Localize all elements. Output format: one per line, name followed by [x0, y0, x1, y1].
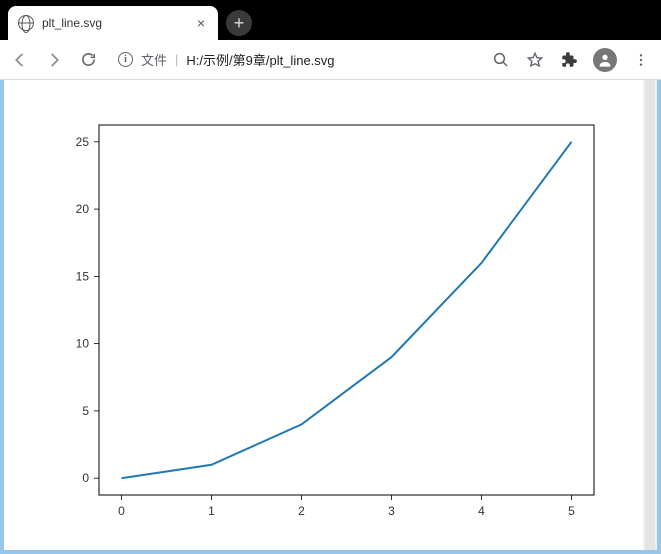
url-scheme: 文件	[141, 50, 167, 69]
browser-toolbar: i 文件 | H:/示例/第9章/plt_line.svg	[0, 40, 661, 80]
scrollbar-thumb[interactable]	[645, 80, 655, 550]
browser-tab[interactable]: plt_line.svg ×	[8, 6, 218, 40]
y-tick-label: 15	[76, 269, 90, 283]
back-button[interactable]	[10, 50, 30, 70]
y-tick-label: 25	[76, 135, 90, 149]
y-tick-label: 20	[76, 202, 90, 216]
extensions-icon[interactable]	[559, 50, 579, 70]
y-tick-label: 0	[82, 471, 89, 485]
url-separator: |	[175, 52, 178, 67]
close-tab-button[interactable]: ×	[194, 16, 208, 30]
x-tick-label: 1	[208, 504, 215, 518]
page-content: 0 1 2 3 4 5 0 5 10 15 20 25	[4, 80, 657, 550]
chart-line	[122, 142, 572, 478]
bookmark-icon[interactable]	[525, 50, 545, 70]
x-tick-label: 2	[298, 504, 305, 518]
x-tick-label: 4	[478, 504, 485, 518]
globe-icon	[18, 15, 34, 31]
forward-button[interactable]	[44, 50, 64, 70]
x-tick-label: 5	[568, 504, 575, 518]
address-bar[interactable]: i 文件 | H:/示例/第9章/plt_line.svg	[112, 46, 477, 74]
x-tick-label: 0	[118, 504, 125, 518]
vertical-scrollbar[interactable]	[643, 80, 657, 550]
browser-window: plt_line.svg × + i 文件 | H:/示例/第9章/plt_li…	[0, 0, 661, 554]
menu-icon[interactable]	[631, 50, 651, 70]
new-tab-button[interactable]: +	[226, 10, 252, 36]
line-chart: 0 1 2 3 4 5 0 5 10 15 20 25	[44, 110, 614, 540]
profile-avatar[interactable]	[593, 48, 617, 72]
tab-strip: plt_line.svg × +	[0, 0, 661, 40]
url-path: H:/示例/第9章/plt_line.svg	[186, 50, 334, 69]
y-tick-label: 10	[76, 337, 90, 351]
reload-button[interactable]	[78, 50, 98, 70]
site-info-icon[interactable]: i	[118, 52, 133, 67]
x-tick-label: 3	[388, 504, 395, 518]
plot-border	[99, 125, 594, 495]
tab-title: plt_line.svg	[42, 16, 186, 30]
zoom-icon[interactable]	[491, 50, 511, 70]
y-tick-label: 5	[82, 404, 89, 418]
